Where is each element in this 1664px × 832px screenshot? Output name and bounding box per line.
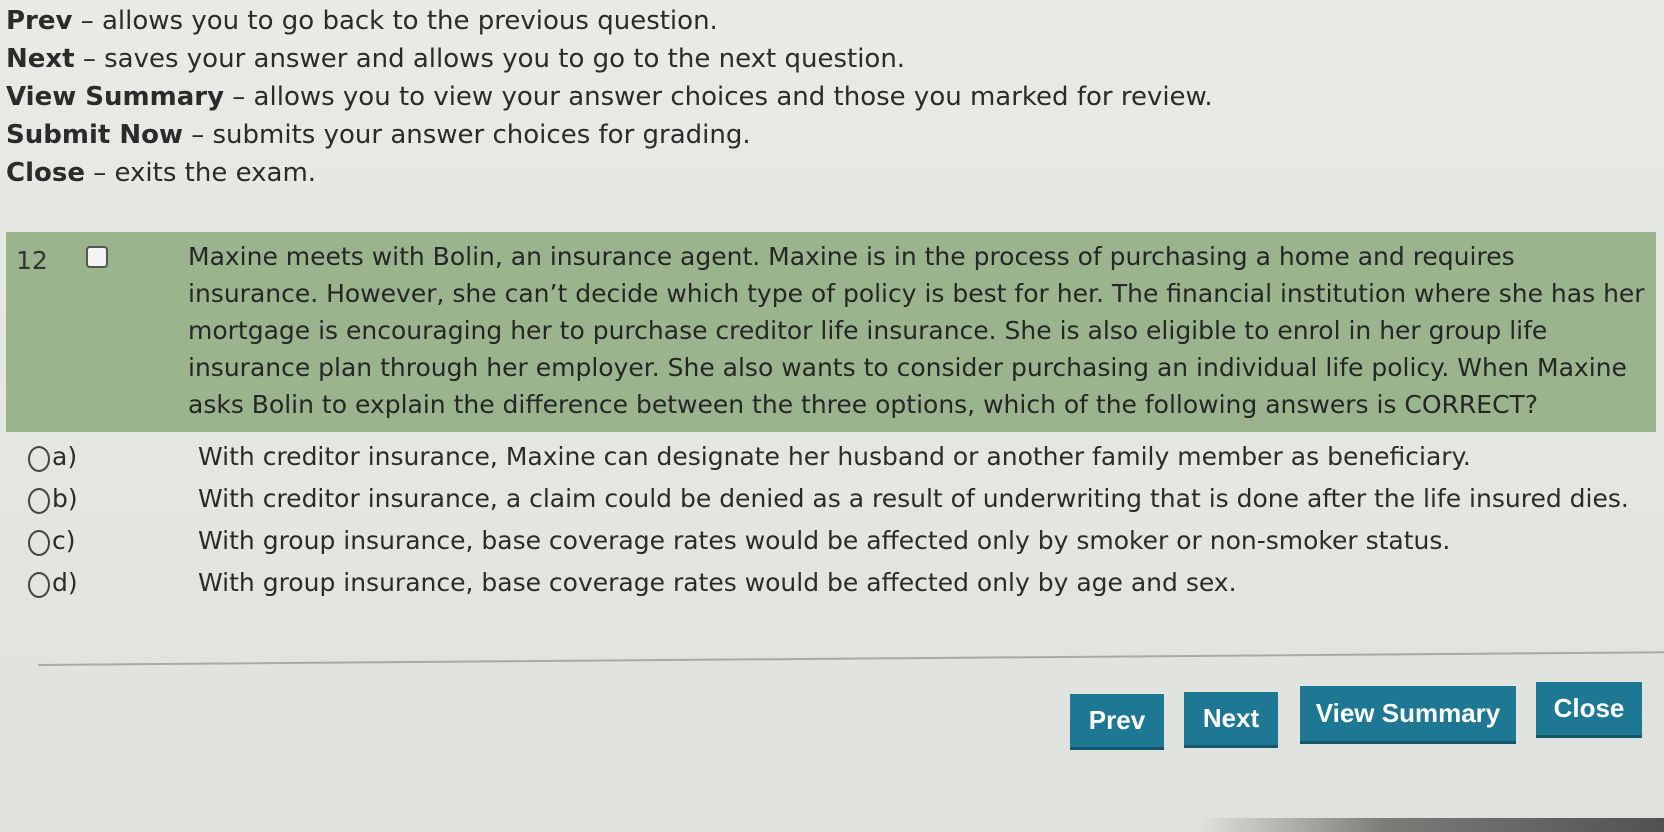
radio-icon[interactable] (28, 488, 50, 514)
option-text[interactable]: With creditor insurance, a claim could b… (198, 484, 1629, 513)
question-number: 12 (16, 246, 48, 275)
radio-icon[interactable] (28, 572, 50, 598)
option-letter: a) (52, 442, 78, 471)
instruction-desc: – exits the exam. (84, 158, 317, 188)
option-text[interactable]: With group insurance, base coverage rate… (198, 526, 1450, 555)
instruction-desc: – allows you to go back to the previous … (72, 6, 718, 36)
option-b[interactable]: b) With creditor insurance, a claim coul… (0, 482, 1664, 522)
instruction-line-prev: Prev – allows you to go back to the prev… (6, 2, 1213, 40)
instruction-line-view-summary: View Summary – allows you to view your a… (6, 78, 1213, 116)
instruction-line-next: Next – saves your answer and allows you … (6, 40, 1213, 78)
screen-bezel-edge (1200, 818, 1664, 832)
option-text[interactable]: With creditor insurance, Maxine can desi… (198, 442, 1471, 471)
instruction-desc: – allows you to view your answer choices… (224, 82, 1213, 112)
instruction-key: View Summary (6, 82, 225, 112)
prev-button[interactable]: Prev (1070, 694, 1164, 750)
instruction-key: Submit Now (6, 120, 183, 150)
instruction-line-close: Close – exits the exam. (6, 154, 1213, 192)
instruction-line-submit-now: Submit Now – submits your answer choices… (6, 116, 1213, 154)
question-block: 12 Maxine meets with Bolin, an insurance… (6, 232, 1656, 432)
option-c[interactable]: c) With group insurance, base coverage r… (0, 524, 1664, 564)
instructions-panel: Prev – allows you to go back to the prev… (6, 2, 1213, 192)
close-button[interactable]: Close (1536, 682, 1642, 738)
next-button[interactable]: Next (1184, 692, 1278, 748)
instruction-desc: – saves your answer and allows you to go… (74, 44, 906, 74)
option-letter: b) (52, 484, 78, 513)
option-letter: d) (52, 568, 78, 597)
option-a[interactable]: a) With creditor insurance, Maxine can d… (0, 440, 1664, 480)
instruction-key: Close (6, 158, 85, 188)
radio-icon[interactable] (28, 446, 50, 472)
option-letter: c) (52, 526, 76, 555)
mark-for-review-checkbox[interactable] (86, 246, 108, 268)
radio-icon[interactable] (28, 530, 50, 556)
instruction-key: Prev (6, 6, 73, 36)
question-text: Maxine meets with Bolin, an insurance ag… (188, 242, 1645, 419)
option-text[interactable]: With group insurance, base coverage rate… (198, 568, 1237, 597)
view-summary-button[interactable]: View Summary (1300, 686, 1516, 744)
option-d[interactable]: d) With group insurance, base coverage r… (0, 566, 1664, 606)
instruction-desc: – submits your answer choices for gradin… (182, 120, 751, 150)
instruction-key: Next (6, 44, 75, 74)
divider (37, 651, 1664, 666)
